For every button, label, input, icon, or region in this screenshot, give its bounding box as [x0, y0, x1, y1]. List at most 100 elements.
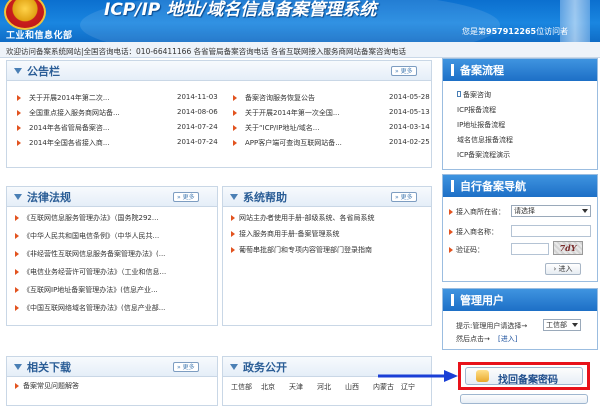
downloads-more-button[interactable]: » 更多 [173, 362, 199, 372]
admin-title: 管理用户 [460, 294, 504, 307]
bullet-icon [15, 383, 19, 389]
hand-pointer-icon [476, 370, 489, 382]
collapse-triangle-icon [230, 364, 238, 370]
self-nav-title: 自行备案导航 [460, 180, 526, 193]
announcement-date: 2014-11-03 [177, 93, 218, 101]
visitor-suffix: 位访问者 [536, 27, 569, 36]
collapse-triangle-icon [14, 68, 22, 74]
province-select-value: 请选择 [514, 207, 535, 215]
collapse-triangle-icon [14, 194, 22, 200]
province-label: 接入商所在省： [456, 208, 505, 216]
announcement-date: 2014-07-24 [177, 138, 218, 146]
collapse-triangle-icon [230, 194, 238, 200]
bullet-icon [233, 125, 237, 131]
gov-city-link[interactable]: 北京 [261, 382, 275, 392]
captcha-image[interactable]: 7dY [553, 241, 583, 255]
help-link[interactable]: 网站主办者使用手册-部级系统、各省局系统 [239, 213, 375, 223]
announcement-date: 2014-05-28 [389, 93, 430, 101]
site-title: ICP/IP 地址/域名信息备案管理系统 [104, 0, 377, 20]
admin-hint-suffix: 然后点击→ [456, 335, 490, 343]
bullet-icon [15, 287, 19, 293]
province-select[interactable]: 请选择 [511, 205, 591, 217]
announcement-more-button[interactable]: » 更多 [391, 66, 417, 76]
visitor-count: 957912265 [486, 27, 537, 36]
gov-city-link[interactable]: 天津 [289, 382, 303, 392]
bullet-icon [231, 247, 235, 253]
bullet-icon [231, 231, 235, 237]
bullet-icon [17, 140, 21, 146]
announcement-link[interactable]: 全国重点接入服务商网站备... [29, 108, 120, 118]
downloads-panel: 相关下载 » 更多 备案常见问题解答 [6, 356, 218, 406]
law-link[interactable]: 《中华人民共和国电信条例》（中华人民共... [23, 231, 159, 241]
process-link[interactable]: IP地址报备流程 [457, 120, 505, 130]
admin-panel: 管理用户 提示:管理用户请选择→ 工信部 然后点击→ [进入] [442, 288, 598, 350]
process-link[interactable]: 域名信息报备流程 [457, 135, 513, 145]
gov-city-link[interactable]: 辽宁 [401, 382, 415, 392]
gov-city-link[interactable]: 山西 [345, 382, 359, 392]
bullet-icon [17, 95, 21, 101]
help-panel: 系统帮助 » 更多 网站主办者使用手册-部级系统、各省局系统 接入服务商用手册-备… [222, 186, 432, 326]
captcha-input[interactable] [511, 243, 549, 255]
bullet-icon [15, 305, 19, 311]
law-link[interactable]: 《非经营性互联网信息服务备案管理办法》(... [23, 249, 165, 259]
isp-name-input[interactable] [511, 225, 591, 237]
law-link[interactable]: 《中国互联网络域名管理办法》(信息产业部... [23, 303, 165, 313]
announcement-link[interactable]: 关于开展2014年第一次全国... [245, 108, 340, 118]
pointer-arrow-icon [378, 370, 458, 382]
next-button-partial[interactable] [460, 394, 588, 404]
bullet-icon [233, 110, 237, 116]
visitor-counter: 您是第957912265位访问者 [462, 26, 568, 37]
announcement-link[interactable]: 备案咨询服务恢复公告 [245, 93, 315, 103]
process-link[interactable]: ICP备案流程演示 [457, 150, 510, 160]
gov-prefix[interactable]: 工信部 [231, 382, 252, 392]
help-link[interactable]: 葡萄串批部门和专项内容管理部门登录指南 [239, 245, 372, 255]
header-bar-icon [451, 294, 454, 306]
law-link[interactable]: 《互联网IP地址备案管理办法》(信息产业... [23, 285, 158, 295]
law-link[interactable]: 《电信业务经营许可管理办法》（工业和信息... [23, 267, 166, 277]
help-link[interactable]: 接入服务商用手册-备案管理系统 [239, 229, 340, 239]
law-link[interactable]: 《互联网信息服务管理办法》（国务院292... [23, 213, 159, 223]
downloads-title: 相关下载 [27, 361, 71, 374]
chevron-down-icon [572, 323, 578, 327]
self-nav-header: 自行备案导航 [443, 175, 597, 197]
announcement-link[interactable]: 关于“ICP/IP地址/域名... [245, 123, 319, 133]
header-bar-icon [451, 64, 454, 76]
more-label: 更多 [400, 194, 413, 201]
bullet-icon [15, 269, 19, 275]
national-emblem-icon [4, 0, 46, 30]
announcement-date: 2014-08-06 [177, 108, 218, 116]
more-label: 更多 [182, 194, 195, 201]
admin-header: 管理用户 [443, 289, 597, 311]
announcement-link[interactable]: 2014年各省管局备案咨... [29, 123, 110, 133]
info-bar: 欢迎访问备案系统网站|全国咨询电话：010-66411166 各省管局备案咨询电… [0, 42, 600, 58]
gov-city-link[interactable]: 河北 [317, 382, 331, 392]
bullet-icon [233, 140, 237, 146]
self-nav-submit-button[interactable]: › 进入 [545, 263, 581, 275]
chevron-down-icon [582, 209, 588, 213]
laws-panel: 法律法规 » 更多 《互联网信息服务管理办法》（国务院292... 《中华人民共和… [6, 186, 218, 326]
document-icon [457, 91, 461, 97]
download-item[interactable]: 备案常见问题解答 [23, 381, 79, 391]
admin-type-select[interactable]: 工信部 [543, 319, 581, 331]
captcha-label: 验证码： [456, 246, 484, 254]
admin-enter-link[interactable]: [进入] [498, 334, 517, 344]
process-link[interactable]: ICP报备流程 [457, 105, 496, 115]
process-panel: 备案流程 备案咨询 ICP报备流程 IP地址报备流程 域名信息报备流程 ICP备案流程演… [442, 58, 598, 170]
process-link[interactable]: 备案咨询 [463, 90, 491, 100]
site-header: 工业和信息化部 ICP/IP 地址/域名信息备案管理系统 您是第95791226… [0, 0, 600, 42]
retrieve-password-button[interactable]: 找回备案密码 [465, 367, 583, 386]
announcement-link[interactable]: 关于开展2014年第二次... [29, 93, 110, 103]
help-more-button[interactable]: » 更多 [391, 192, 417, 202]
gov-city-link[interactable]: 内蒙古 [373, 382, 394, 392]
laws-more-button[interactable]: » 更多 [173, 192, 199, 202]
announcement-link[interactable]: APP客户端可查询互联网站备... [245, 138, 342, 148]
announcement-date: 2014-05-13 [389, 108, 430, 116]
more-label: 更多 [182, 364, 195, 371]
retrieve-password-highlight: 找回备案密码 [458, 362, 590, 390]
announcement-link[interactable]: 2014年全国各省接入商... [29, 138, 110, 148]
arrow-head [444, 370, 458, 382]
admin-select-value: 工信部 [546, 321, 567, 329]
admin-hint: 提示:管理用户请选择→ [456, 322, 528, 330]
announcement-date: 2014-07-24 [177, 123, 218, 131]
bullet-icon [231, 215, 235, 221]
